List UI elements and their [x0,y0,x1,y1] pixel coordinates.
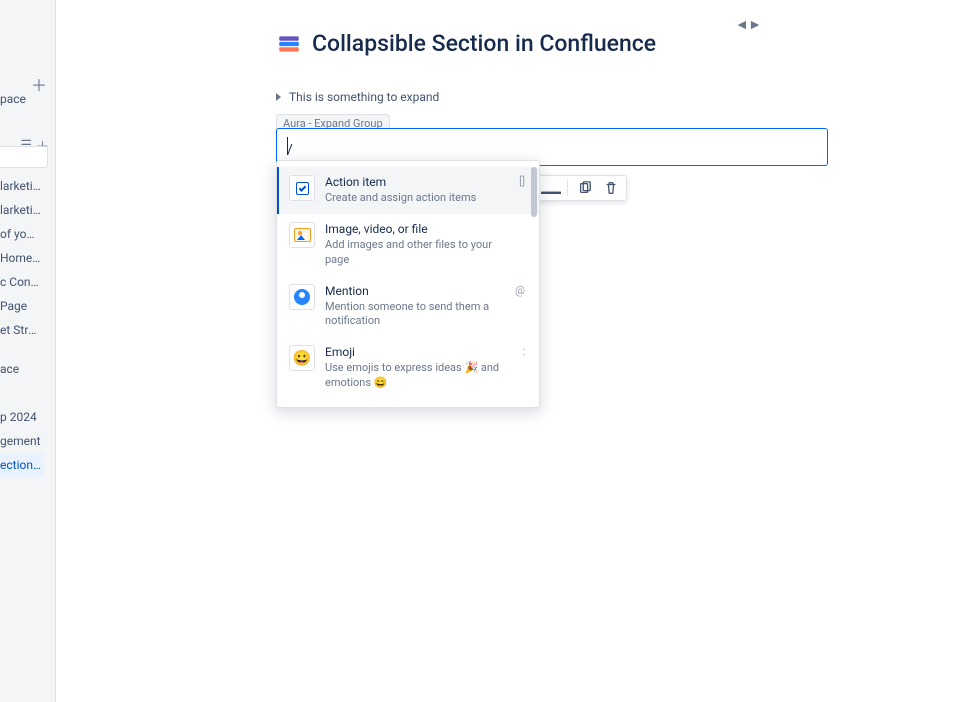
slash-item-desc: Add images and other files to your page [325,238,515,268]
delete-button[interactable] [602,180,620,196]
editor-area: ◄ ► Collapsible Section in Confluence Th… [56,0,960,702]
slash-item-title: Image, video, or file [325,222,515,236]
sidebar-search-box[interactable] [0,146,48,168]
slash-item-title: Emoji [325,345,512,359]
slash-item-emoji[interactable]: 😀 Emoji Use emojis to express ideas 🎉 an… [277,337,539,399]
sidebar-item[interactable]: larketin... [0,198,44,222]
sidebar-item[interactable]: p 2024 [0,405,44,429]
sidebar-item[interactable]: et Stru... [0,318,44,342]
toolbar-separator [567,180,568,196]
left-sidebar: pace ＋ ☰ ＋ larketin... larketin... of yo… [0,0,56,702]
mention-icon [289,284,315,310]
sidebar-item[interactable]: of you... [0,222,44,246]
slash-item-title: Mention [325,284,505,298]
slash-item-mention[interactable]: Mention Mention someone to send them a n… [277,276,539,338]
slash-item-desc: Create and assign action items [325,191,509,206]
chevron-right-icon[interactable] [276,93,281,101]
width-full-button[interactable] [541,180,559,196]
expand-icon [289,407,315,408]
page-title[interactable]: Collapsible Section in Confluence [312,30,656,57]
sidebar-item[interactable]: Home ... [0,246,44,270]
emoji-icon: 😀 [289,345,315,371]
slash-item-hint: @ [515,284,525,297]
page-title-row: Collapsible Section in Confluence [276,30,656,57]
books-stack-icon[interactable] [276,31,302,57]
sidebar-page-list-bottom: p 2024 gement ection i... [0,405,44,477]
scrollbar-thumb[interactable] [531,167,537,217]
slash-item-hint: : [522,345,525,358]
slash-item-title: Action item [325,175,509,189]
sidebar-item[interactable]: Page [0,294,44,318]
slash-item-action-item[interactable]: Action item Create and assign action ite… [277,167,539,214]
image-icon [289,222,315,248]
sidebar-space-label-2: ace [0,362,19,376]
slash-item-image[interactable]: Image, video, or file Add images and oth… [277,214,539,276]
slash-item-desc: Use emojis to express ideas 🎉 and emotio… [325,361,512,391]
page-width-toggle-icon[interactable]: ◄ ► [735,16,760,33]
expand-title[interactable]: This is something to expand [289,90,439,104]
copy-button[interactable] [576,180,594,196]
sidebar-item-selected[interactable]: ection i... [0,453,44,477]
sidebar-item[interactable]: c Conte... [0,270,44,294]
sidebar-item[interactable]: gement [0,429,44,453]
sidebar-page-list-top: larketin... larketin... of you... Home .… [0,174,44,342]
slash-item-desc: Mention someone to send them a notificat… [325,300,505,330]
text-cursor [287,137,288,155]
add-page-icon[interactable]: ＋ [29,74,49,94]
slash-item-expand[interactable]: Expand Insert an expand [277,399,539,408]
slash-item-hint: [] [519,175,525,188]
sidebar-item[interactable]: larketin... [0,174,44,198]
action-item-icon [289,175,315,201]
slash-command-menu: Action item Create and assign action ite… [276,160,540,408]
slash-item-title: Expand [325,407,515,408]
expand-block[interactable]: This is something to expand [276,90,439,104]
